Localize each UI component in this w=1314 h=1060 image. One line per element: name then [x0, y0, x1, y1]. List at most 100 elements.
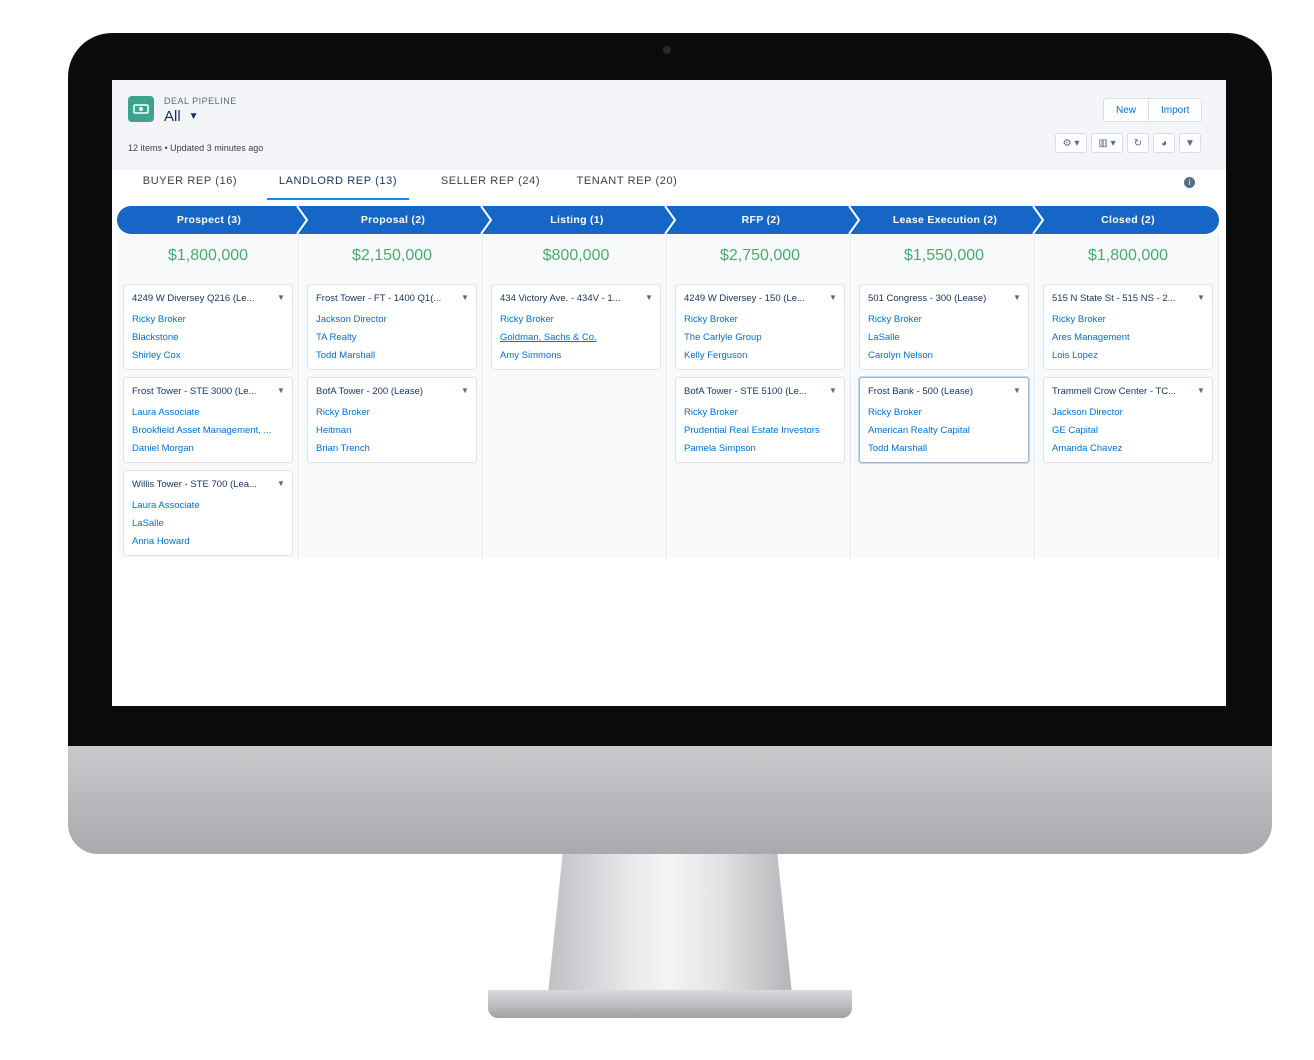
- app-screen: DEAL PIPELINE All ▼ 12 items • Updated 3…: [112, 80, 1226, 706]
- list-meta: 12 items • Updated 3 minutes ago: [128, 143, 264, 153]
- kanban-column-closed: $1,800,000 515 N State St - 515 NS - 2..…: [1037, 234, 1219, 558]
- import-button[interactable]: Import: [1149, 98, 1203, 122]
- deal-card[interactable]: Frost Bank - 500 (Lease) ▼ Ricky Broker …: [859, 377, 1029, 463]
- deal-title[interactable]: Willis Tower - STE 700 (Lea...: [132, 479, 272, 490]
- deal-contact[interactable]: Anna Howard: [132, 536, 287, 547]
- deal-broker[interactable]: Laura Associate: [132, 407, 287, 418]
- deal-company[interactable]: TA Realty: [316, 332, 471, 343]
- deal-broker[interactable]: Jackson Director: [316, 314, 471, 325]
- deal-contact[interactable]: Todd Marshall: [316, 350, 471, 361]
- deal-title[interactable]: Frost Bank - 500 (Lease): [868, 386, 1008, 397]
- chevron-down-icon[interactable]: ▼: [1195, 385, 1207, 397]
- deal-contact[interactable]: Lois Lopez: [1052, 350, 1207, 361]
- deal-contact[interactable]: Kelly Ferguson: [684, 350, 839, 361]
- chevron-down-icon[interactable]: ▼: [827, 292, 839, 304]
- deal-broker[interactable]: Ricky Broker: [868, 314, 1023, 325]
- deal-title[interactable]: 4249 W Diversey Q216 (Le...: [132, 293, 272, 304]
- chevron-down-icon[interactable]: ▼: [275, 478, 287, 490]
- chevron-down-icon[interactable]: ▼: [643, 292, 655, 304]
- new-button[interactable]: New: [1103, 98, 1150, 122]
- deal-card[interactable]: BofA Tower - 200 (Lease) ▼ Ricky Broker …: [307, 377, 477, 463]
- deal-contact[interactable]: Todd Marshall: [868, 443, 1023, 454]
- tab-landlord-rep[interactable]: LANDLORD REP (13): [267, 170, 409, 200]
- deal-contact[interactable]: Amanda Chavez: [1052, 443, 1207, 454]
- deal-contact[interactable]: Brian Trench: [316, 443, 471, 454]
- deal-card[interactable]: 4249 W Diversey Q216 (Le... ▼ Ricky Brok…: [123, 284, 293, 370]
- deal-card[interactable]: 501 Congress - 300 (Lease) ▼ Ricky Broke…: [859, 284, 1029, 370]
- info-icon[interactable]: i: [1184, 177, 1195, 188]
- deal-company[interactable]: Brookfield Asset Management, ...: [132, 425, 287, 436]
- deal-company[interactable]: American Realty Capital: [868, 425, 1023, 436]
- deal-title[interactable]: 501 Congress - 300 (Lease): [868, 293, 1008, 304]
- stage-prospect[interactable]: Prospect (3): [117, 206, 301, 234]
- deal-company[interactable]: LaSalle: [868, 332, 1023, 343]
- deal-company[interactable]: Heitman: [316, 425, 471, 436]
- deal-contact[interactable]: Amy Simmons: [500, 350, 655, 361]
- deal-company[interactable]: Prudential Real Estate Investors: [684, 425, 839, 436]
- list-view-selector[interactable]: All ▼: [164, 108, 199, 125]
- deal-card[interactable]: 434 Victory Ave. - 434V - 1... ▼ Ricky B…: [491, 284, 661, 370]
- deal-broker[interactable]: Ricky Broker: [684, 407, 839, 418]
- deal-company[interactable]: Blackstone: [132, 332, 287, 343]
- chevron-down-icon[interactable]: ▼: [1011, 385, 1023, 397]
- deal-company[interactable]: Ares Management: [1052, 332, 1207, 343]
- stage-closed[interactable]: Closed (2): [1037, 206, 1219, 234]
- deal-contact[interactable]: Pamela Simpson: [684, 443, 839, 454]
- chevron-down-icon[interactable]: ▼: [275, 292, 287, 304]
- deal-card[interactable]: Frost Tower - FT - 1400 Q1(... ▼ Jackson…: [307, 284, 477, 370]
- deal-contact[interactable]: Daniel Morgan: [132, 443, 287, 454]
- tab-buyer-rep[interactable]: BUYER REP (16): [130, 170, 250, 198]
- chevron-down-icon[interactable]: ▼: [1195, 292, 1207, 304]
- deal-contact[interactable]: Carolyn Nelson: [868, 350, 1023, 361]
- deal-title[interactable]: Frost Tower - STE 3000 (Le...: [132, 386, 272, 397]
- filter-icon[interactable]: ▼: [1179, 133, 1201, 153]
- header-actions: New Import: [1103, 98, 1203, 122]
- stage-proposal[interactable]: Proposal (2): [301, 206, 485, 234]
- deal-card[interactable]: BofA Tower - STE 5100 (Le... ▼ Ricky Bro…: [675, 377, 845, 463]
- deal-company[interactable]: Goldman, Sachs & Co.: [500, 332, 655, 343]
- tab-tenant-rep[interactable]: TENANT REP (20): [567, 170, 687, 198]
- refresh-icon[interactable]: ↻: [1127, 133, 1149, 153]
- deal-title[interactable]: 515 N State St - 515 NS - 2...: [1052, 293, 1192, 304]
- deal-broker[interactable]: Ricky Broker: [316, 407, 471, 418]
- deal-broker[interactable]: Ricky Broker: [132, 314, 287, 325]
- tab-seller-rep[interactable]: SELLER REP (24): [428, 170, 553, 198]
- gear-icon[interactable]: ⚙ ▾: [1055, 133, 1087, 153]
- deal-card[interactable]: 515 N State St - 515 NS - 2... ▼ Ricky B…: [1043, 284, 1213, 370]
- chevron-down-icon[interactable]: ▼: [459, 385, 471, 397]
- deal-pipeline-icon: [128, 96, 154, 122]
- kanban-column-prospect: $1,800,000 4249 W Diversey Q216 (Le... ▼…: [117, 234, 299, 558]
- stage-lease-execution[interactable]: Lease Execution (2): [853, 206, 1037, 234]
- deal-card[interactable]: Frost Tower - STE 3000 (Le... ▼ Laura As…: [123, 377, 293, 463]
- deal-broker[interactable]: Ricky Broker: [684, 314, 839, 325]
- chevron-down-icon[interactable]: ▼: [827, 385, 839, 397]
- deal-title[interactable]: Trammell Crow Center - TC...: [1052, 386, 1192, 397]
- deal-broker[interactable]: Jackson Director: [1052, 407, 1207, 418]
- deal-title[interactable]: Frost Tower - FT - 1400 Q1(...: [316, 293, 456, 304]
- deal-card[interactable]: 4249 W Diversey - 150 (Le... ▼ Ricky Bro…: [675, 284, 845, 370]
- pie-chart-icon[interactable]: ◕: [1153, 133, 1175, 153]
- deal-contact[interactable]: Shirley Cox: [132, 350, 287, 361]
- chevron-down-icon[interactable]: ▼: [459, 292, 471, 304]
- deal-card[interactable]: Willis Tower - STE 700 (Lea... ▼ Laura A…: [123, 470, 293, 556]
- deal-broker[interactable]: Ricky Broker: [868, 407, 1023, 418]
- list-view-header: DEAL PIPELINE All ▼ 12 items • Updated 3…: [112, 80, 1226, 171]
- chevron-down-icon[interactable]: ▼: [275, 385, 287, 397]
- deal-broker[interactable]: Ricky Broker: [1052, 314, 1207, 325]
- record-type-tabs: BUYER REP (16) LANDLORD REP (13) SELLER …: [112, 170, 1226, 200]
- deal-title[interactable]: 4249 W Diversey - 150 (Le...: [684, 293, 824, 304]
- deal-title[interactable]: 434 Victory Ave. - 434V - 1...: [500, 293, 640, 304]
- chevron-down-icon[interactable]: ▼: [1011, 292, 1023, 304]
- kanban-icon[interactable]: ▥ ▾: [1091, 133, 1123, 153]
- stage-rfp[interactable]: RFP (2): [669, 206, 853, 234]
- deal-company[interactable]: GE Capital: [1052, 425, 1207, 436]
- kanban-board: $1,800,000 4249 W Diversey Q216 (Le... ▼…: [117, 234, 1219, 558]
- stage-listing[interactable]: Listing (1): [485, 206, 669, 234]
- deal-title[interactable]: BofA Tower - 200 (Lease): [316, 386, 456, 397]
- deal-company[interactable]: The Carlyle Group: [684, 332, 839, 343]
- deal-title[interactable]: BofA Tower - STE 5100 (Le...: [684, 386, 824, 397]
- deal-card[interactable]: Trammell Crow Center - TC... ▼ Jackson D…: [1043, 377, 1213, 463]
- deal-company[interactable]: LaSalle: [132, 518, 287, 529]
- deal-broker[interactable]: Laura Associate: [132, 500, 287, 511]
- deal-broker[interactable]: Ricky Broker: [500, 314, 655, 325]
